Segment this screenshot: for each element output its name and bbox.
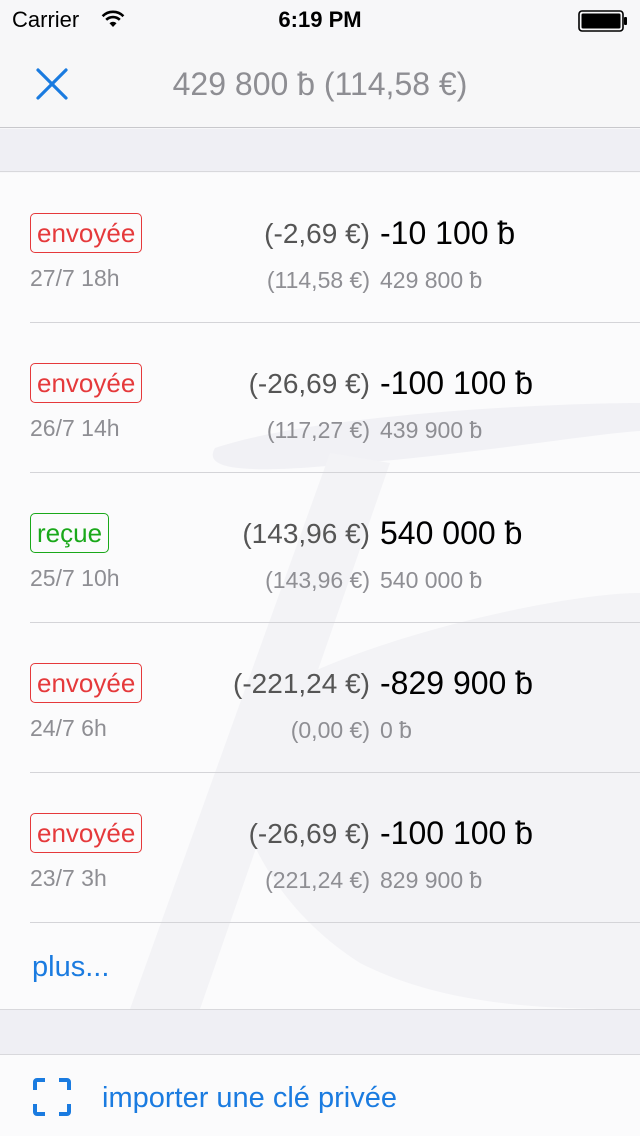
transaction-amount: 540 000 ƀ bbox=[380, 515, 523, 551]
balance-fiat: (143,96 €) bbox=[265, 567, 370, 593]
status-badge: envoyée bbox=[30, 363, 143, 403]
status-badge: reçue bbox=[30, 513, 110, 553]
transaction-date: 27/7 18h bbox=[30, 265, 120, 291]
transaction-date: 23/7 3h bbox=[30, 865, 107, 891]
transaction-row[interactable]: envoyée 23/7 3h (-26,69 €) -100 100 ƀ (2… bbox=[0, 773, 640, 923]
transaction-row[interactable]: envoyée 26/7 14h (-26,69 €) -100 100 ƀ (… bbox=[0, 323, 640, 473]
transaction-row[interactable]: reçue 25/7 10h (143,96 €) 540 000 ƀ (143… bbox=[0, 473, 640, 623]
clock: 6:19 PM bbox=[278, 7, 362, 32]
balance-after: 829 900 ƀ bbox=[380, 867, 483, 893]
transaction-date: 24/7 6h bbox=[30, 715, 107, 741]
transaction-date: 25/7 10h bbox=[30, 565, 120, 591]
scan-icon bbox=[33, 1078, 71, 1116]
transaction-row[interactable]: envoyée 24/7 6h (-221,24 €) -829 900 ƀ (… bbox=[0, 623, 640, 773]
balance-fiat: (0,00 €) bbox=[290, 717, 370, 743]
fiat-change: (-26,69 €) bbox=[248, 818, 370, 849]
import-private-key-button[interactable]: importer une clé privée bbox=[0, 1055, 640, 1136]
section-spacer bbox=[0, 129, 640, 172]
more-link[interactable]: plus... bbox=[32, 951, 109, 984]
transaction-list: envoyée 27/7 18h (-2,69 €) -10 100 ƀ (11… bbox=[0, 173, 640, 1009]
balance-fiat: (114,58 €) bbox=[266, 267, 370, 293]
balance-after: 540 000 ƀ bbox=[380, 567, 483, 593]
import-private-key-label: importer une clé privée bbox=[102, 1082, 397, 1114]
nav-bar: 429 800 ƀ (114,58 €) bbox=[0, 40, 640, 128]
status-bar: Carrier 6:19 PM bbox=[0, 0, 640, 40]
fiat-change: (143,96 €) bbox=[242, 518, 370, 549]
status-badge: envoyée bbox=[30, 213, 143, 253]
fiat-change: (-221,24 €) bbox=[233, 668, 370, 699]
balance-after: 439 900 ƀ bbox=[380, 417, 483, 443]
section-spacer bbox=[0, 1009, 640, 1055]
balance-title: 429 800 ƀ (114,58 €) bbox=[172, 66, 468, 102]
fiat-change: (-2,69 €) bbox=[264, 218, 370, 249]
transaction-amount: -100 100 ƀ bbox=[380, 815, 534, 851]
transaction-row[interactable]: envoyée 27/7 18h (-2,69 €) -10 100 ƀ (11… bbox=[0, 173, 640, 323]
balance-after: 0 ƀ bbox=[380, 717, 412, 743]
status-badge: envoyée bbox=[30, 813, 143, 853]
balance-after: 429 800 ƀ bbox=[380, 267, 483, 293]
battery-icon bbox=[578, 10, 628, 38]
transaction-amount: -100 100 ƀ bbox=[380, 365, 534, 401]
transaction-amount: -829 900 ƀ bbox=[380, 665, 534, 701]
fiat-change: (-26,69 €) bbox=[248, 368, 370, 399]
balance-fiat: (117,27 €) bbox=[266, 417, 370, 443]
status-badge: envoyée bbox=[30, 663, 143, 703]
transaction-date: 26/7 14h bbox=[30, 415, 120, 441]
balance-fiat: (221,24 €) bbox=[265, 867, 370, 893]
row-divider bbox=[30, 922, 640, 923]
transaction-amount: -10 100 ƀ bbox=[380, 215, 516, 251]
